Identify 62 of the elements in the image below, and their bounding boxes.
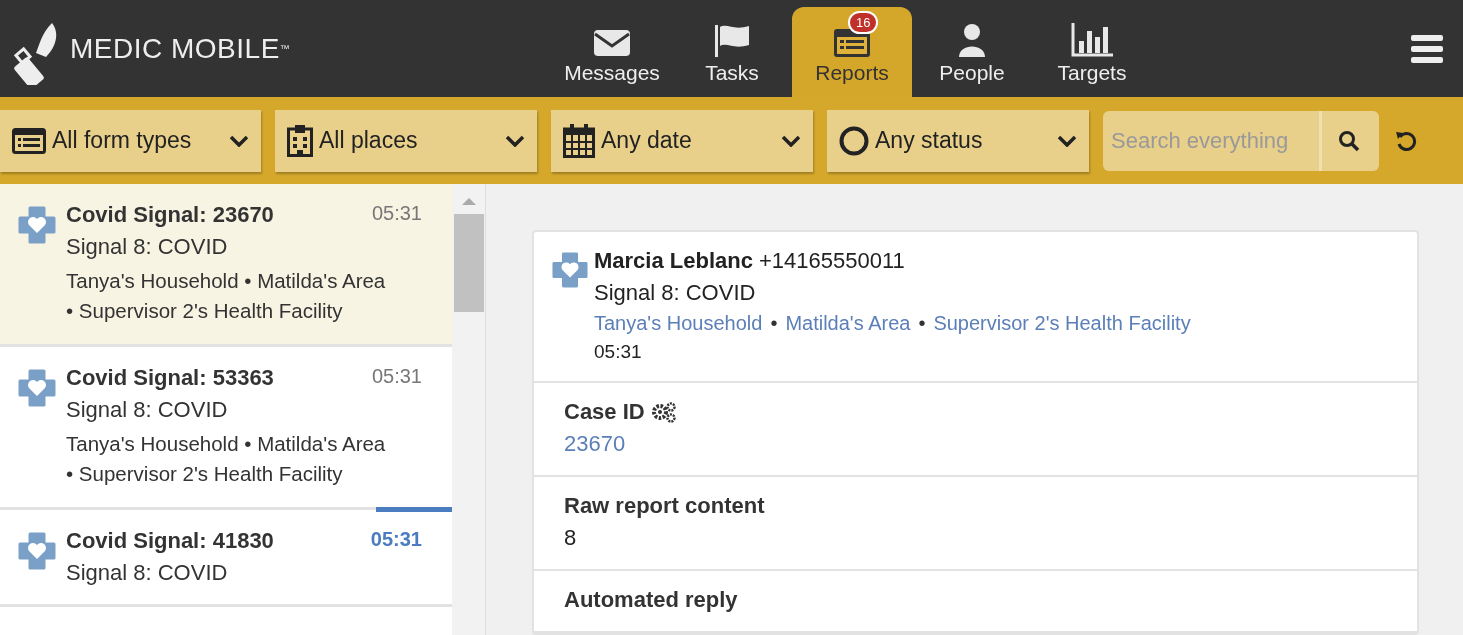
- list-icon: [12, 127, 46, 154]
- form-list-icon: [834, 29, 870, 57]
- medical-cross-heart-icon: [18, 532, 56, 570]
- calendar-icon: [563, 123, 595, 158]
- report-time: 05:31: [370, 528, 422, 552]
- report-form: Signal 8: COVID: [594, 280, 757, 306]
- place-link[interactable]: Supervisor 2's Health Facility: [933, 312, 1191, 335]
- medical-cross-heart-icon: [18, 206, 56, 244]
- report-places: Tanya's Household • Matilda's Area • Supervisor 2's Health Facility: [66, 431, 387, 487]
- bar-chart-icon: [1071, 23, 1113, 57]
- nav-tab[interactable]: Targets: [1032, 7, 1152, 97]
- sender-phone: +14165550011: [758, 248, 905, 274]
- place-link[interactable]: Matilda's Area: [785, 312, 911, 335]
- field-label: Automated reply: [564, 587, 738, 613]
- chevron-down-icon: [1057, 134, 1077, 147]
- nav-tab[interactable]: Tasks: [672, 7, 792, 97]
- report-time: 05:31: [594, 341, 643, 363]
- chevron-down-icon: [781, 134, 801, 147]
- envelope-icon: [593, 29, 631, 57]
- scrollbar-thumb[interactable]: [453, 214, 484, 312]
- field-value: 8: [564, 525, 578, 551]
- search-icon[interactable]: [1338, 129, 1360, 152]
- report-title: Covid Signal: 23670: [66, 202, 274, 228]
- trademark-mark: ™: [279, 42, 290, 54]
- field-label: Case ID: [564, 399, 645, 425]
- medical-cross-heart-icon: [552, 252, 588, 288]
- report-title: Covid Signal: 41830: [66, 528, 274, 554]
- filter-dropdown[interactable]: All places: [275, 109, 537, 172]
- circle-icon: [839, 125, 869, 156]
- scrollbar[interactable]: [452, 184, 486, 635]
- report-places: Tanya's Household • Matilda's Area • Supervisor 2's Health Facility: [66, 268, 387, 324]
- report-form: Signal 8: COVID: [66, 397, 229, 423]
- case-id-link[interactable]: 23670: [564, 431, 626, 457]
- place-link[interactable]: Tanya's Household: [594, 312, 763, 335]
- search-field[interactable]: Search everything: [1103, 110, 1379, 171]
- filter-dropdown[interactable]: Any status: [827, 109, 1089, 172]
- report-list-item[interactable]: Covid Signal: 41830 05:31 Signal 8: COVID: [0, 510, 452, 607]
- nav-tab[interactable]: People: [912, 7, 1032, 97]
- report-time: 05:31: [371, 202, 422, 226]
- sender-name: Marcia Leblanc: [594, 248, 753, 274]
- brand-name: MEDIC MOBILE: [70, 32, 280, 65]
- nav-tab[interactable]: Messages: [552, 7, 672, 97]
- nav-tab[interactable]: 16 Reports: [792, 7, 912, 97]
- filter-dropdown[interactable]: Any date: [551, 109, 813, 172]
- reset-icon[interactable]: [1395, 129, 1417, 152]
- flag-icon: [713, 23, 751, 57]
- field-label: Raw report content: [564, 493, 765, 519]
- count-badge: 16: [848, 11, 879, 34]
- menu-icon[interactable]: [1411, 34, 1443, 63]
- building-icon: [287, 124, 313, 157]
- report-form: Signal 8: COVID: [66, 560, 229, 586]
- report-form: Signal 8: COVID: [66, 234, 229, 260]
- separator-dot: •: [770, 312, 778, 335]
- separator-dot: •: [918, 312, 926, 335]
- medical-cross-heart-icon: [18, 369, 56, 407]
- report-time: 05:31: [371, 365, 422, 389]
- chevron-down-icon: [229, 134, 249, 147]
- report-title: Covid Signal: 53363: [66, 365, 274, 391]
- report-list-item[interactable]: Covid Signal: 23670 05:31 Signal 8: COVID Tanya's Household • Matilda's Area • Supervisor 2's Health Facility: [0, 184, 452, 347]
- chevron-down-icon: [505, 134, 525, 147]
- filter-dropdown[interactable]: All form types: [0, 109, 261, 172]
- person-icon: [957, 23, 987, 57]
